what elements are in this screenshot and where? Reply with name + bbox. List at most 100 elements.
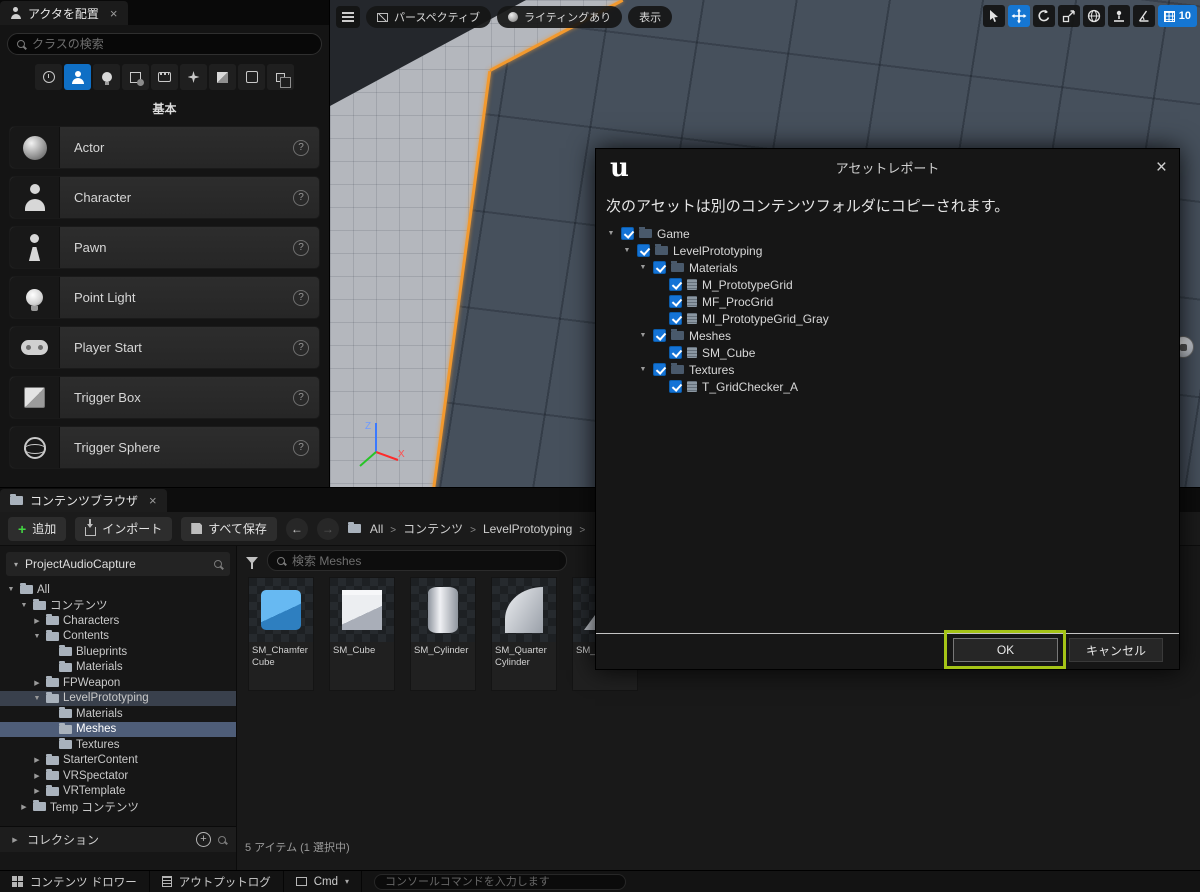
folder-tree-item[interactable]: All — [0, 582, 236, 598]
content-drawer-button[interactable]: コンテンツ ドロワー — [0, 871, 150, 892]
folder-tree-item[interactable]: VRSpectator — [0, 768, 236, 784]
place-actor-item[interactable]: Actor ? — [9, 126, 320, 169]
class-search-box[interactable] — [7, 33, 322, 55]
folder-tree-item[interactable]: Meshes — [0, 721, 236, 737]
expander-arrow-icon[interactable] — [32, 633, 42, 640]
select-tool-icon[interactable] — [982, 5, 1005, 27]
checkbox-checked[interactable] — [669, 278, 682, 291]
world-space-icon[interactable] — [1082, 5, 1105, 27]
console-command-input[interactable] — [385, 875, 615, 888]
forward-button[interactable]: → — [316, 517, 339, 540]
checkbox-checked[interactable] — [669, 380, 682, 393]
place-actor-item[interactable]: Character ? — [9, 176, 320, 219]
checkbox-checked[interactable] — [653, 261, 666, 274]
cancel-button[interactable]: キャンセル — [1069, 638, 1163, 662]
tab-content-browser[interactable]: コンテンツブラウザ × — [0, 489, 167, 512]
asset-report-item[interactable]: Materials — [606, 259, 1169, 276]
rotation-snap-icon[interactable] — [1132, 5, 1155, 27]
filter-icon[interactable] — [246, 557, 258, 569]
checkbox-checked[interactable] — [669, 346, 682, 359]
asset-report-item[interactable]: Meshes — [606, 327, 1169, 344]
place-actor-item[interactable]: Trigger Sphere ? — [9, 426, 320, 469]
checkbox-checked[interactable] — [653, 363, 666, 376]
folder-tree-item[interactable]: Materials — [0, 660, 236, 676]
lit-mode-button[interactable]: ライティングあり — [497, 6, 623, 28]
back-button[interactable]: ← — [285, 517, 308, 540]
asset-report-item[interactable]: LevelPrototyping — [606, 242, 1169, 259]
collections-bar[interactable]: コレクション + — [0, 826, 236, 852]
folder-tree-item[interactable]: LevelPrototyping — [0, 690, 236, 706]
breadcrumb-item[interactable]: コンテンツ — [403, 520, 483, 537]
expander-arrow-icon[interactable] — [10, 836, 20, 844]
grid-snap-toggle[interactable]: 10 — [1157, 5, 1197, 27]
close-icon[interactable]: × — [110, 6, 118, 21]
close-icon[interactable]: × — [1156, 157, 1167, 179]
folder-tree-item[interactable]: VRTemplate — [0, 784, 236, 800]
cmd-selector[interactable]: Cmd ▾ — [284, 871, 362, 892]
place-actor-item[interactable]: Player Start ? — [9, 326, 320, 369]
expander-arrow-icon[interactable] — [6, 586, 16, 593]
checkbox-checked[interactable] — [653, 329, 666, 342]
tab-place-actors[interactable]: アクタを配置 × — [0, 1, 128, 25]
move-tool-icon[interactable] — [1007, 5, 1030, 27]
asset-report-item[interactable]: MI_PrototypeGrid_Gray — [606, 310, 1169, 327]
expander-arrow-icon[interactable] — [19, 803, 29, 811]
asset-report-item[interactable]: T_GridChecker_A — [606, 378, 1169, 395]
expander-arrow-icon[interactable] — [622, 247, 632, 254]
expander-arrow-icon[interactable] — [32, 679, 42, 687]
expander-arrow-icon[interactable] — [606, 230, 616, 237]
add-collection-icon[interactable]: + — [196, 832, 211, 847]
expander-arrow-icon[interactable] — [32, 787, 42, 795]
save-all-button[interactable]: すべて保存 — [181, 516, 277, 541]
folder-tree-item[interactable]: Materials — [0, 706, 236, 722]
category-all-icon[interactable] — [267, 64, 294, 90]
place-actor-item[interactable]: Point Light ? — [9, 276, 320, 319]
import-button[interactable]: インポート — [75, 516, 173, 541]
checkbox-checked[interactable] — [669, 295, 682, 308]
asset-tile[interactable]: SM_Cube — [329, 577, 395, 691]
asset-report-item[interactable]: M_PrototypeGrid — [606, 276, 1169, 293]
folder-tree-item[interactable]: FPWeapon — [0, 675, 236, 691]
folder-tree-item[interactable]: コンテンツ — [0, 598, 236, 614]
category-lights-icon[interactable] — [93, 64, 120, 90]
console-command-box[interactable] — [374, 873, 626, 890]
viewport-menu-icon[interactable] — [336, 6, 360, 28]
asset-report-item[interactable]: MF_ProcGrid — [606, 293, 1169, 310]
checkbox-checked[interactable] — [669, 312, 682, 325]
breadcrumb-item[interactable]: LevelPrototyping — [483, 522, 592, 536]
close-icon[interactable]: × — [149, 493, 157, 508]
category-recent-icon[interactable] — [35, 64, 62, 90]
folder-tree-item[interactable]: Characters — [0, 613, 236, 629]
asset-report-item[interactable]: Textures — [606, 361, 1169, 378]
add-button[interactable]: + 追加 — [8, 516, 67, 541]
category-geometry-icon[interactable] — [209, 64, 236, 90]
asset-search-box[interactable] — [267, 550, 567, 571]
expander-arrow-icon[interactable] — [638, 332, 648, 339]
class-search-input[interactable] — [32, 37, 312, 51]
show-button[interactable]: 表示 — [628, 6, 673, 28]
expander-arrow-icon[interactable] — [32, 617, 42, 625]
checkbox-checked[interactable] — [637, 244, 650, 257]
category-basic-icon[interactable] — [64, 64, 91, 90]
asset-search-input[interactable] — [292, 553, 557, 568]
asset-tile[interactable]: SM_Cylinder — [410, 577, 476, 691]
category-effects-icon[interactable] — [180, 64, 207, 90]
surface-snap-icon[interactable] — [1107, 5, 1130, 27]
category-shapes-icon[interactable] — [122, 64, 149, 90]
expander-arrow-icon[interactable] — [19, 602, 29, 609]
folder-tree-item[interactable]: StarterContent — [0, 753, 236, 769]
place-actor-item[interactable]: Pawn ? — [9, 226, 320, 269]
expander-arrow-icon[interactable] — [32, 695, 42, 702]
search-icon[interactable] — [214, 560, 222, 568]
expander-arrow-icon[interactable] — [32, 756, 42, 764]
scale-tool-icon[interactable] — [1057, 5, 1080, 27]
folder-tree-item[interactable]: Blueprints — [0, 644, 236, 660]
asset-tile[interactable]: SM_Quarter Cylinder — [491, 577, 557, 691]
asset-report-item[interactable]: SM_Cube — [606, 344, 1169, 361]
source-selector[interactable]: ▾ ProjectAudioCapture — [6, 552, 230, 576]
place-actor-item[interactable]: Trigger Box ? — [9, 376, 320, 419]
folder-tree-item[interactable]: Contents — [0, 629, 236, 645]
folder-tree-item[interactable]: Temp コンテンツ — [0, 799, 236, 815]
folder-tree-item[interactable]: Textures — [0, 737, 236, 753]
expander-arrow-icon[interactable] — [32, 772, 42, 780]
